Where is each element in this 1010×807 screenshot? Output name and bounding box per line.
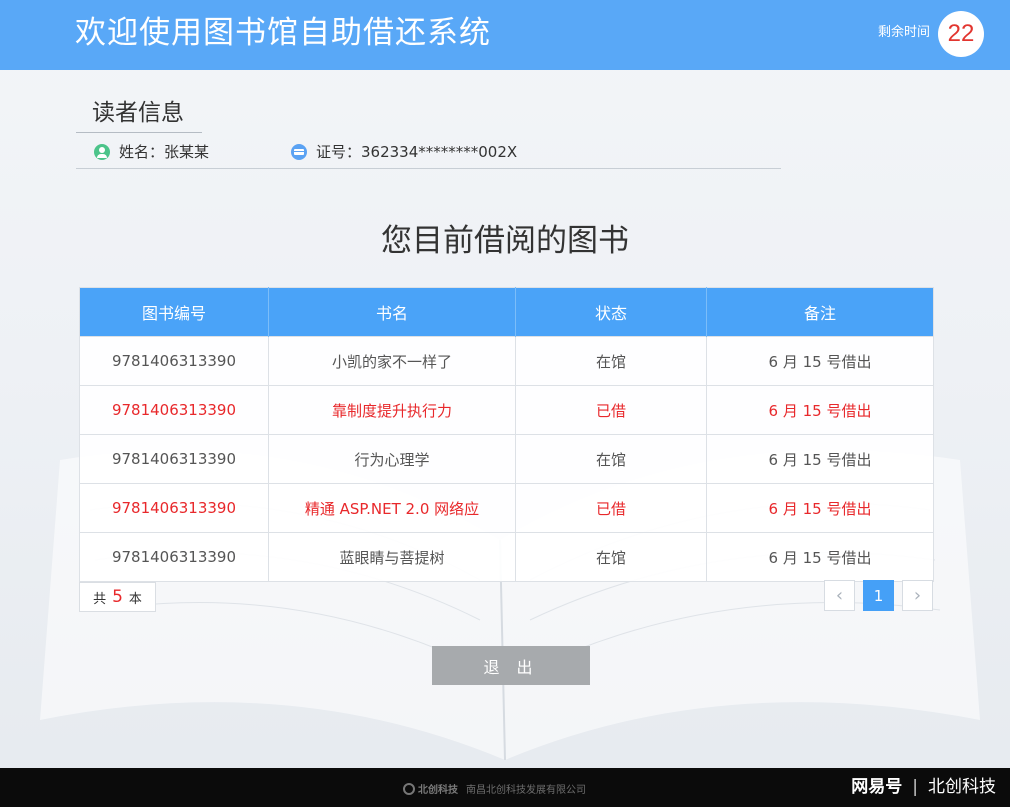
watermark-separator: | (912, 777, 918, 797)
previous-page-button[interactable]: ‹ (824, 580, 855, 611)
column-header-note: 备注 (706, 287, 934, 337)
book-status-cell: 在馆 (515, 336, 707, 386)
table-row[interactable]: 9781406313390 蓝眼睛与菩提树 在馆 6 月 15 号借出 (79, 532, 934, 582)
company-logo: 北创科技 (403, 781, 458, 796)
chevron-left-icon: ‹ (835, 585, 844, 606)
total-count: 5 (112, 587, 123, 607)
company-name: 南昌北创科技发展有限公司 (466, 785, 586, 796)
user-icon (94, 144, 110, 160)
logo-mark-icon (403, 782, 415, 795)
remaining-time-counter: 22 (938, 11, 984, 57)
column-header-status: 状态 (515, 287, 707, 337)
book-name-cell: 靠制度提升执行力 (268, 385, 516, 435)
reader-info-title: 读者信息 (92, 100, 184, 126)
reader-name-row: 姓名：张某某 (94, 142, 209, 162)
book-id-cell: 9781406313390 (79, 532, 269, 582)
exit-button[interactable]: 退 出 (432, 646, 590, 685)
borrowed-books-title: 您目前借阅的图书 (381, 223, 629, 259)
book-name-cell: 蓝眼睛与菩提树 (268, 532, 516, 582)
table-header-row: 图书编号 书名 状态 备注 (79, 287, 934, 337)
table-row[interactable]: 9781406313390 行为心理学 在馆 6 月 15 号借出 (79, 434, 934, 484)
top-header: 欢迎使用图书馆自助借还系统 剩余时间 22 (0, 0, 1010, 70)
reader-divider (76, 168, 781, 169)
reader-name: 姓名：张某某 (119, 143, 210, 161)
reader-card-row: 证号：362334********002X (291, 142, 517, 162)
book-id-cell: 9781406313390 (79, 434, 269, 484)
app-title: 欢迎使用图书馆自助借还系统 (75, 15, 491, 51)
book-id-cell: 9781406313390 (79, 483, 269, 533)
column-header-book-id: 图书编号 (79, 287, 269, 337)
book-name-cell: 行为心理学 (268, 434, 516, 484)
book-status-cell: 已借 (515, 385, 707, 435)
book-note-cell: 6 月 15 号借出 (706, 532, 934, 582)
total-suffix: 本 (128, 591, 142, 607)
column-header-book-name: 书名 (268, 287, 516, 337)
book-note-cell: 6 月 15 号借出 (706, 336, 934, 386)
book-status-cell: 已借 (515, 483, 707, 533)
footer-company: 北创科技 南昌北创科技发展有限公司 (403, 781, 586, 796)
watermark-brand: 网易号 (851, 777, 903, 797)
book-status-cell: 在馆 (515, 434, 707, 484)
footer-bar: 北创科技 南昌北创科技发展有限公司 网易号 | 北创科技 (0, 768, 1010, 807)
book-note-cell: 6 月 15 号借出 (706, 483, 934, 533)
next-page-button[interactable]: › (902, 580, 933, 611)
reader-card-number: 证号：362334********002X (316, 143, 518, 161)
table-row[interactable]: 9781406313390 小凯的家不一样了 在馆 6 月 15 号借出 (79, 336, 934, 386)
reader-title-underline (76, 132, 202, 133)
page-1-button[interactable]: 1 (863, 580, 894, 611)
company-logo-text: 北创科技 (418, 785, 458, 796)
book-name-cell: 精通 ASP.NET 2.0 网络应 (268, 483, 516, 533)
remaining-time-label: 剩余时间 (877, 25, 930, 40)
watermark-author: 北创科技 (928, 777, 996, 797)
book-id-cell: 9781406313390 (79, 385, 269, 435)
book-name-cell: 小凯的家不一样了 (268, 336, 516, 386)
book-note-cell: 6 月 15 号借出 (706, 434, 934, 484)
table-row[interactable]: 9781406313390 精通 ASP.NET 2.0 网络应 已借 6 月 … (79, 483, 934, 533)
total-prefix: 共 (93, 591, 107, 607)
chevron-right-icon: › (913, 585, 922, 606)
id-card-icon (291, 144, 307, 160)
book-note-cell: 6 月 15 号借出 (706, 385, 934, 435)
table-row[interactable]: 9781406313390 靠制度提升执行力 已借 6 月 15 号借出 (79, 385, 934, 435)
book-id-cell: 9781406313390 (79, 336, 269, 386)
total-count-box: 共 5 本 (79, 582, 156, 612)
borrowed-books-table: 图书编号 书名 状态 备注 9781406313390 小凯的家不一样了 在馆 … (79, 287, 934, 582)
watermark: 网易号 | 北创科技 (851, 775, 996, 799)
book-status-cell: 在馆 (515, 532, 707, 582)
